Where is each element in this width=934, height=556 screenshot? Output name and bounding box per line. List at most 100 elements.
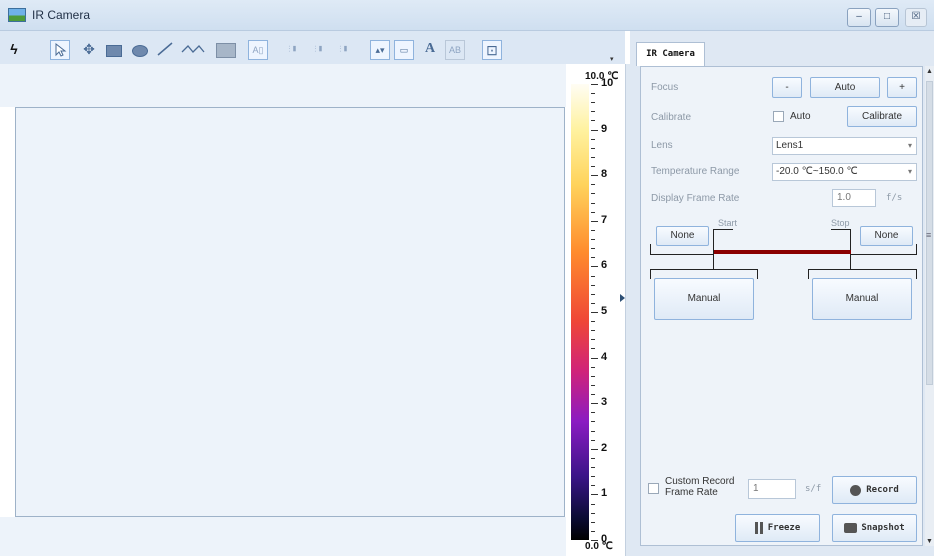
ir-image-canvas[interactable] <box>15 107 565 517</box>
tick-label: 8 <box>601 168 608 180</box>
camera-icon <box>844 523 858 533</box>
calibrate-auto-checkbox[interactable] <box>773 111 784 122</box>
trigger-range-bar <box>714 250 851 254</box>
lens-select[interactable]: Lens1 ▾ <box>772 137 917 155</box>
text-tool[interactable]: A <box>420 40 440 60</box>
minor-tick <box>591 348 595 349</box>
tick-label: 2 <box>601 442 608 454</box>
scroll-down-icon[interactable]: ▼ <box>926 538 933 545</box>
tick-label: 10 <box>601 77 614 89</box>
custom-record-frame-rate-label: Custom Record Frame Rate <box>665 476 735 498</box>
close-button[interactable]: ☒ <box>905 8 927 27</box>
chevron-down-icon: ▾ <box>907 141 912 150</box>
crosshair-point-tool[interactable]: ✥ <box>79 40 99 60</box>
minor-tick <box>591 193 595 194</box>
toolbar-overflow-icon[interactable]: ▾ <box>610 55 614 63</box>
start-none-button[interactable]: None <box>656 226 709 246</box>
lower-right-edge-b <box>916 269 917 279</box>
label-tool[interactable]: AB <box>445 40 465 60</box>
align-center-tool[interactable]: ⫶▮ <box>309 40 329 60</box>
rectangle-icon <box>106 45 122 57</box>
lightning-icon[interactable]: ϟ <box>4 40 24 60</box>
font-increase-tool[interactable]: ▴▾ <box>370 40 390 60</box>
record-rate-input[interactable]: 1 <box>748 479 796 499</box>
minor-tick <box>591 294 595 295</box>
minor-tick <box>591 412 595 413</box>
minor-tick <box>591 166 595 167</box>
stop-manual-button[interactable]: Manual <box>812 278 912 320</box>
minor-tick <box>591 285 595 286</box>
major-tick <box>591 403 598 404</box>
start-vertical <box>713 229 714 269</box>
temperature-range-value: -20.0 ℃~150.0 ℃ <box>776 166 858 177</box>
collapse-panel-arrow-icon[interactable] <box>620 294 625 302</box>
right-bracket-top <box>850 254 916 255</box>
pause-icon <box>754 522 758 534</box>
tab-ir-camera[interactable]: IR Camera <box>636 42 705 66</box>
minor-tick <box>591 431 595 432</box>
focus-plus-button[interactable]: + <box>887 77 917 98</box>
focus-label: Focus <box>651 82 679 93</box>
tick-label: 3 <box>601 396 608 408</box>
record-rate-unit: s/f <box>805 484 822 494</box>
minor-tick <box>591 239 595 240</box>
stop-none-button[interactable]: None <box>860 226 913 246</box>
temperature-range-select[interactable]: -20.0 ℃~150.0 ℃ ▾ <box>772 163 917 181</box>
left-bracket-top <box>650 254 714 255</box>
minor-tick <box>591 376 595 377</box>
minor-tick <box>591 522 595 523</box>
minor-tick <box>591 157 595 158</box>
align-right-tool[interactable]: ⫶▮ <box>334 40 354 60</box>
tick-label: 6 <box>601 259 608 271</box>
font-box-tool[interactable]: ▭ <box>394 40 414 60</box>
record-button[interactable]: Record <box>832 476 917 504</box>
focus-auto-button[interactable]: Auto <box>810 77 880 98</box>
text-align-tool[interactable]: A▯ <box>248 40 268 60</box>
major-tick <box>591 449 598 450</box>
frame-rate-input[interactable]: 1.0 <box>832 189 876 207</box>
minor-tick <box>591 111 595 112</box>
major-tick <box>591 221 598 222</box>
start-manual-button[interactable]: Manual <box>654 278 754 320</box>
chevron-down-icon: ▾ <box>907 167 912 176</box>
major-tick <box>591 130 598 131</box>
polyline-icon <box>181 45 205 53</box>
minor-tick <box>591 120 595 121</box>
minor-tick <box>591 203 595 204</box>
freeze-button[interactable]: Freeze <box>735 514 820 542</box>
maximize-button[interactable]: □ <box>875 8 899 27</box>
scroll-up-icon[interactable]: ▲ <box>926 68 933 75</box>
minor-tick <box>591 394 595 395</box>
align-left-tool[interactable]: ⫶▮ <box>283 40 303 60</box>
zoom-fit-tool[interactable]: ⊡ <box>482 40 502 60</box>
minor-tick <box>591 303 595 304</box>
canvas-margin-bottom <box>0 517 566 556</box>
minor-tick <box>591 276 595 277</box>
start-label: Start <box>718 218 738 228</box>
snapshot-button[interactable]: Snapshot <box>832 514 917 542</box>
minor-tick <box>591 421 595 422</box>
ellipse-tool[interactable] <box>130 40 150 60</box>
minor-tick <box>591 458 595 459</box>
calibrate-auto-label: Auto <box>790 111 811 122</box>
minor-tick <box>591 230 595 231</box>
line-tool[interactable] <box>155 40 175 60</box>
focus-minus-button[interactable]: - <box>772 77 802 98</box>
minor-tick <box>591 330 595 331</box>
minimize-button[interactable]: – <box>847 8 871 27</box>
major-tick <box>591 266 598 267</box>
minor-tick <box>591 385 595 386</box>
color-fill-dropdown[interactable] <box>215 40 243 60</box>
calibrate-button[interactable]: Calibrate <box>847 106 917 127</box>
tick-label: 1 <box>601 487 608 499</box>
custom-record-checkbox[interactable] <box>648 483 659 494</box>
lower-left-bracket <box>650 269 758 270</box>
pointer-tool-button[interactable] <box>50 40 70 60</box>
polyline-tool[interactable] <box>180 40 206 60</box>
minor-tick <box>591 184 595 185</box>
stop-label: Stop <box>831 218 850 228</box>
panel-resize-grip-icon[interactable]: ≡ <box>926 230 931 240</box>
lower-left-edge-a <box>650 269 651 279</box>
rectangle-tool[interactable] <box>104 40 124 60</box>
snapshot-button-label: Snapshot <box>861 523 905 533</box>
